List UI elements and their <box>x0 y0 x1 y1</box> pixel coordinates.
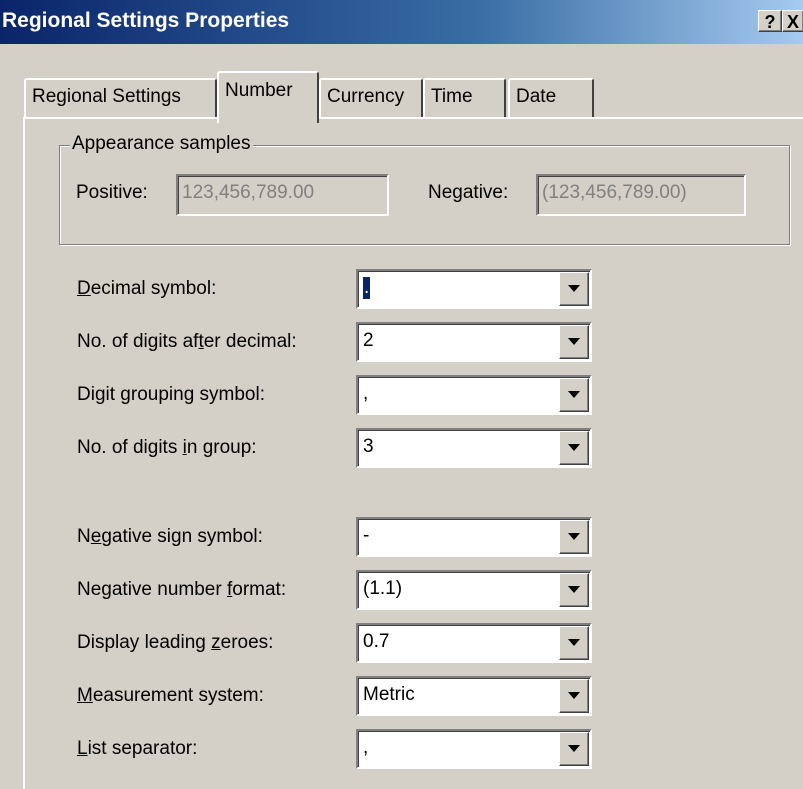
negative-sign-symbol-combo[interactable]: - <box>356 517 592 557</box>
down-triangle-icon <box>568 639 580 646</box>
tab-label: Date <box>516 86 557 107</box>
digits-after-decimal-label: No. of digits after decimal: <box>77 331 297 352</box>
help-button[interactable]: ? <box>758 10 782 32</box>
down-triangle-icon <box>568 338 580 345</box>
combo-value: , <box>363 737 369 758</box>
tab-regional-settings[interactable]: Regional Settings <box>24 78 217 118</box>
down-triangle-icon <box>568 692 580 699</box>
number-tab-panel: Appearance samples Positive: 123,456,789… <box>23 117 803 789</box>
digits-in-group-label: No. of digits in group: <box>77 437 257 458</box>
list-separator-combo[interactable]: , <box>356 729 592 769</box>
negative-sample-value: (123,456,789.00) <box>542 182 687 203</box>
window-title: Regional Settings Properties <box>2 9 290 32</box>
combo-value: 0.7 <box>363 631 390 652</box>
negative-number-format-label: Negative number format: <box>77 579 287 600</box>
dropdown-button[interactable] <box>559 272 589 306</box>
group-title: Appearance samples <box>70 133 253 155</box>
negative-label: Negative: <box>428 182 509 203</box>
combo-value: 2 <box>363 330 374 351</box>
dropdown-button[interactable] <box>559 431 589 465</box>
down-triangle-icon <box>568 745 580 752</box>
dropdown-button[interactable] <box>559 573 589 607</box>
digits-in-group-combo[interactable]: 3 <box>356 428 592 468</box>
measurement-system-combo[interactable]: Metric <box>356 676 592 716</box>
tab-number[interactable]: Number <box>217 71 319 123</box>
down-triangle-icon <box>568 533 580 540</box>
down-triangle-icon <box>568 391 580 398</box>
digits-after-decimal-combo[interactable]: 2 <box>356 322 592 362</box>
dropdown-button[interactable] <box>559 626 589 660</box>
combo-value: - <box>363 525 370 546</box>
appearance-samples-group: Appearance samples Positive: 123,456,789… <box>59 133 790 245</box>
negative-sample-field: (123,456,789.00) <box>536 174 746 216</box>
tab-label: Regional Settings <box>32 86 181 107</box>
combo-value: Metric <box>363 684 415 705</box>
leading-zeroes-label: Display leading zeroes: <box>77 632 274 653</box>
list-separator-label: List separator: <box>77 738 198 759</box>
dropdown-button[interactable] <box>559 520 589 554</box>
down-triangle-icon <box>568 444 580 451</box>
measurement-system-label: Measurement system: <box>77 685 264 706</box>
digit-grouping-symbol-combo[interactable]: , <box>356 375 592 415</box>
negative-number-format-combo[interactable]: (1.1) <box>356 570 592 610</box>
positive-label: Positive: <box>76 182 148 203</box>
tab-label: Currency <box>327 86 405 107</box>
tab-time[interactable]: Time <box>423 78 506 118</box>
tab-label: Time <box>431 86 473 107</box>
combo-value: 3 <box>363 436 374 457</box>
positive-sample-field: 123,456,789.00 <box>176 174 389 216</box>
digit-grouping-symbol-label: Digit grouping symbol: <box>77 384 265 405</box>
close-button[interactable]: X <box>782 10 803 32</box>
combo-value: (1.1) <box>363 578 403 599</box>
positive-sample-value: 123,456,789.00 <box>182 182 315 203</box>
title-bar[interactable]: Regional Settings Properties ? X <box>0 0 803 44</box>
negative-sign-symbol-label: Negative sign symbol: <box>77 526 263 547</box>
tab-label: Number <box>225 80 293 101</box>
down-triangle-icon <box>568 586 580 593</box>
decimal-symbol-combo[interactable]: . <box>356 269 592 309</box>
leading-zeroes-combo[interactable]: 0.7 <box>356 623 592 663</box>
tab-date[interactable]: Date <box>508 78 594 118</box>
dropdown-button[interactable] <box>559 679 589 713</box>
decimal-symbol-label: Decimal symbol: <box>77 278 217 299</box>
tab-currency[interactable]: Currency <box>319 78 423 118</box>
down-triangle-icon <box>568 285 580 292</box>
combo-value: , <box>363 383 369 404</box>
dropdown-button[interactable] <box>559 732 589 766</box>
dropdown-button[interactable] <box>559 378 589 412</box>
dropdown-button[interactable] <box>559 325 589 359</box>
combo-value: . <box>363 277 371 299</box>
